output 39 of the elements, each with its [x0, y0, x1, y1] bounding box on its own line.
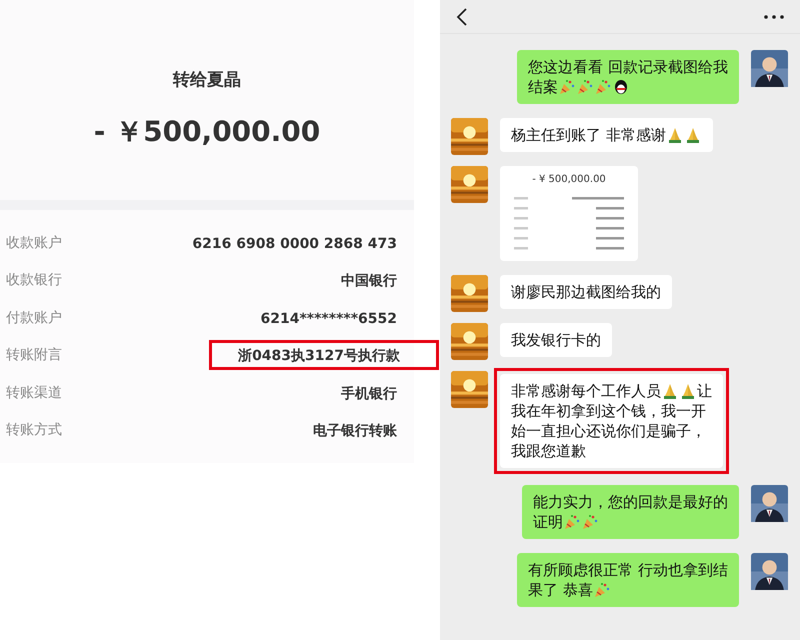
field-label: 转账渠道 — [6, 384, 62, 402]
field-value: 中国银行 — [341, 273, 397, 290]
field-value: 6216 6908 0000 2868 473 — [192, 236, 397, 252]
screenshot-amount: - ¥ 500,000.00 — [532, 174, 606, 185]
party-popper-icon — [582, 514, 598, 530]
field-label: 付款账户 — [6, 308, 62, 327]
more-icon[interactable] — [764, 14, 784, 18]
receipt-screenshot[interactable]: - ¥ 500,000.00 — [500, 166, 638, 261]
field-value: 电子银行转账 — [313, 423, 397, 440]
field-label: 收款账户 — [6, 234, 62, 252]
message-text: 我跟您道歉 — [511, 441, 586, 461]
message-text: 结案 — [528, 77, 558, 97]
party-popper-icon — [577, 79, 594, 95]
message-text: 杨主任到账了 非常感谢 — [511, 125, 666, 145]
message-text: 能力实力，您的回款是最好的 — [533, 492, 728, 512]
message-text: 非常感谢每个工作人员 — [511, 381, 661, 401]
party-popper-icon — [564, 514, 580, 530]
message-text: 有所顾虑很正常 行动也拿到结 — [528, 560, 728, 580]
field-value: 6214********6552 — [260, 311, 397, 328]
transfer-title: 转给夏晶 — [173, 69, 241, 91]
transfer-amount: - ￥500,000.00 — [94, 114, 320, 150]
party-popper-icon — [594, 582, 610, 598]
field-label: 转账附言 — [6, 346, 62, 364]
message-text: 让 — [697, 381, 712, 401]
message-text: 始一直担心还说你们是骗子， — [511, 421, 706, 441]
field-label: 转账方式 — [6, 421, 62, 440]
message-text: 您这边看看 回款记录截图给我 — [528, 57, 728, 77]
penguin-icon — [613, 79, 630, 95]
field-label: 收款银行 — [6, 271, 62, 290]
message-text: 果了 恭喜 — [528, 580, 593, 600]
party-popper-icon — [595, 79, 612, 95]
party-popper-icon — [559, 79, 576, 95]
message-text: 我发银行卡的 — [511, 330, 601, 350]
field-value: 手机银行 — [341, 386, 397, 402]
field-value: 浙0483执3127号执行款 — [238, 348, 400, 364]
back-icon[interactable] — [456, 6, 468, 26]
message-text: 我在年初拿到这个钱，我一开 — [511, 401, 706, 421]
message-text: 谢廖民那边截图给我的 — [511, 282, 661, 302]
message-text: 证明 — [533, 512, 563, 532]
